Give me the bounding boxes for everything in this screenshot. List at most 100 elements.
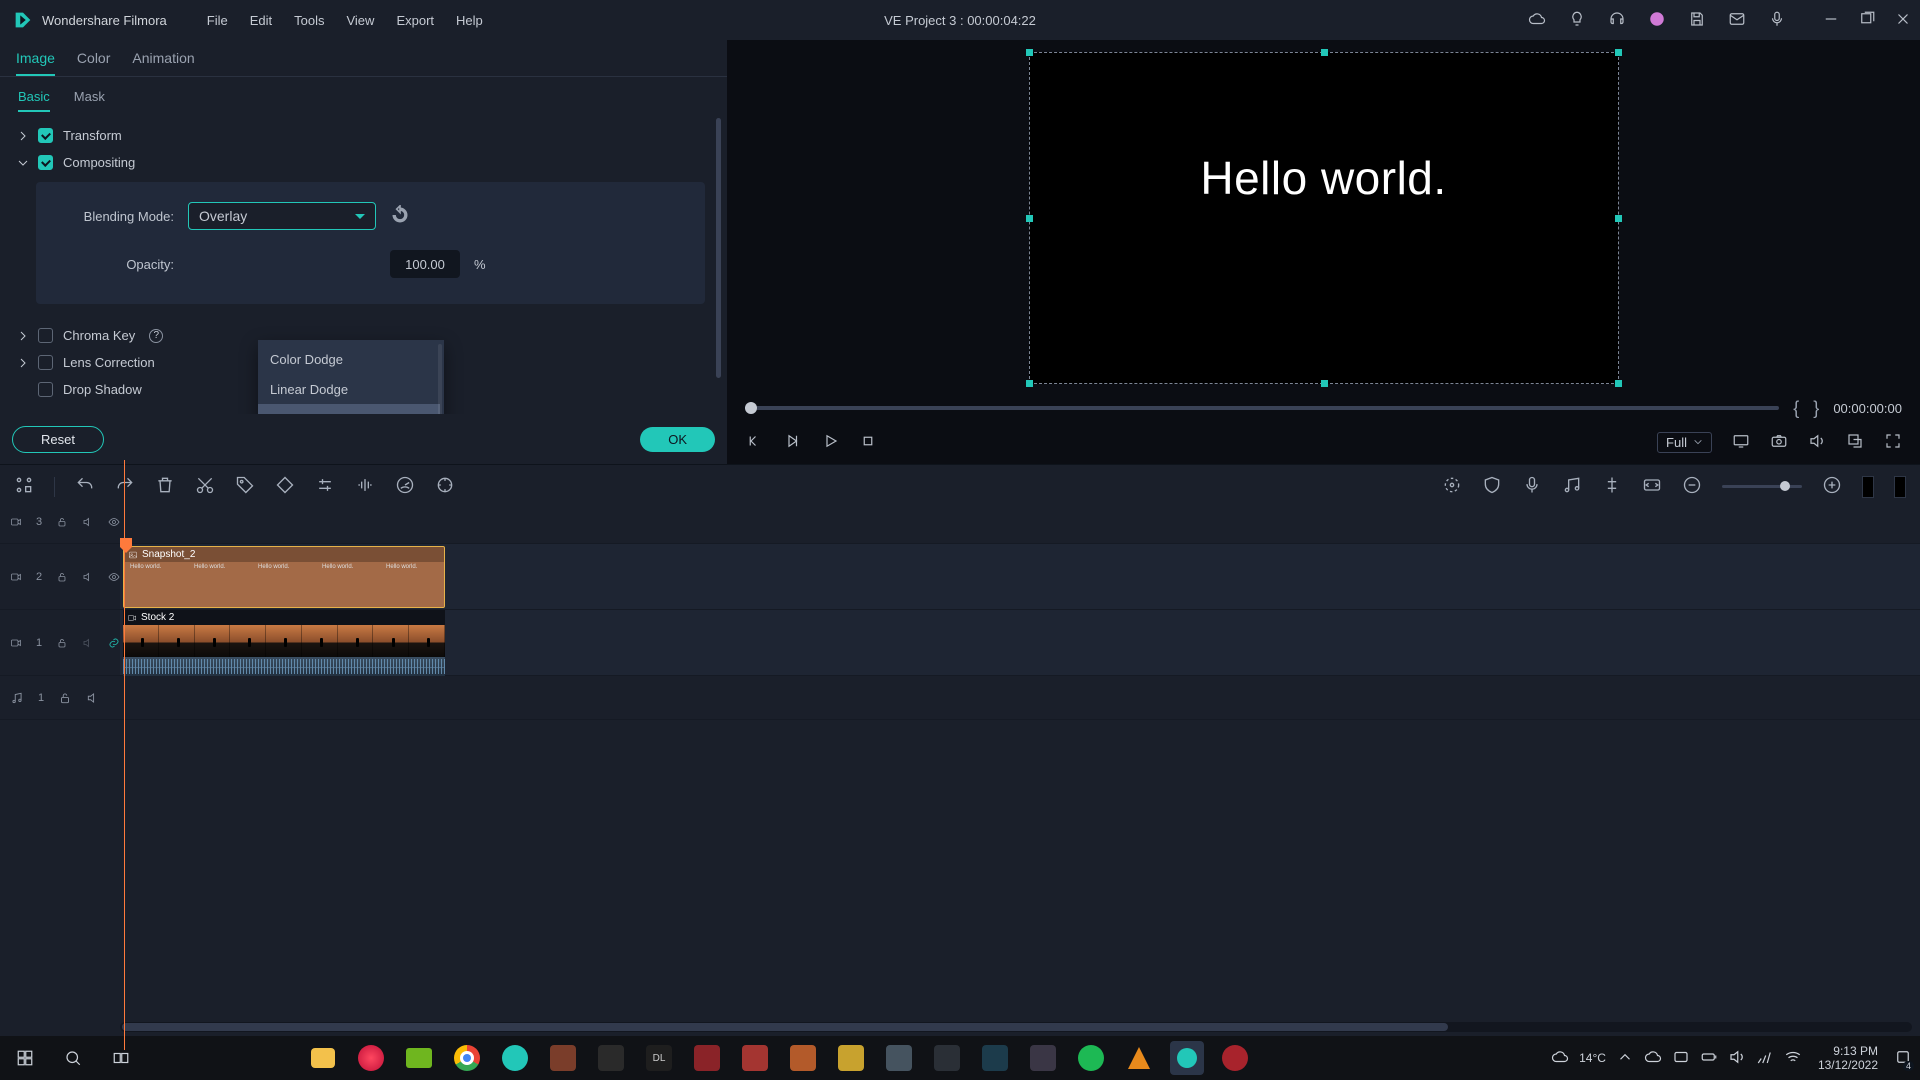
opacity-value[interactable]: 100.00 (390, 250, 460, 278)
onedrive-icon[interactable] (1644, 1048, 1662, 1069)
fit-icon[interactable] (1642, 475, 1662, 498)
save-icon[interactable] (1688, 10, 1706, 31)
lock-icon[interactable] (56, 636, 68, 650)
mute-icon[interactable] (82, 570, 94, 584)
game2-app-icon[interactable] (594, 1041, 628, 1075)
menu-help[interactable]: Help (456, 13, 483, 28)
game9-app-icon[interactable] (930, 1041, 964, 1075)
checkbox-transform[interactable] (38, 128, 53, 143)
resize-handle[interactable] (1321, 49, 1328, 56)
game12-app-icon[interactable] (1218, 1041, 1252, 1075)
display-icon[interactable] (1732, 432, 1750, 453)
play-next-icon[interactable] (783, 432, 801, 453)
redo-icon[interactable] (115, 475, 135, 498)
clock[interactable]: 9:13 PM 13/12/2022 (1818, 1044, 1878, 1072)
adjust-icon[interactable] (315, 475, 335, 498)
temperature[interactable]: 14°C (1579, 1051, 1606, 1065)
playhead-knob-icon[interactable] (120, 538, 132, 554)
game1-app-icon[interactable] (546, 1041, 580, 1075)
music-icon[interactable] (1562, 475, 1582, 498)
game11-app-icon[interactable] (1026, 1041, 1060, 1075)
tag-icon[interactable] (235, 475, 255, 498)
filmora-app-icon[interactable] (498, 1041, 532, 1075)
timeline-scrollbar[interactable] (120, 1022, 1912, 1032)
step-back-icon[interactable] (745, 432, 763, 453)
chrome-app-icon[interactable] (450, 1041, 484, 1075)
blend-mode-select[interactable]: Overlay (188, 202, 376, 230)
templates-icon[interactable] (14, 475, 34, 498)
lock-icon[interactable] (56, 570, 68, 584)
volume-icon[interactable] (1808, 432, 1826, 453)
preview-frame[interactable]: Hello world. (1029, 52, 1619, 384)
stop-icon[interactable] (859, 432, 877, 453)
wifi-icon[interactable] (1784, 1048, 1802, 1069)
record-icon[interactable] (1768, 10, 1786, 31)
keyframe-icon[interactable] (275, 475, 295, 498)
menu-view[interactable]: View (346, 13, 374, 28)
preview-quality-select[interactable]: Full (1657, 432, 1712, 453)
motion-icon[interactable] (435, 475, 455, 498)
game8-app-icon[interactable] (882, 1041, 916, 1075)
notifications-icon[interactable]: 4 (1894, 1048, 1912, 1069)
zoom-out-icon[interactable] (1682, 475, 1702, 498)
account-icon[interactable] (1648, 10, 1666, 31)
reset-button[interactable]: Reset (12, 426, 104, 453)
mark-out-icon[interactable]: } (1813, 398, 1819, 419)
voiceover-icon[interactable] (1522, 475, 1542, 498)
resize-handle[interactable] (1321, 380, 1328, 387)
prop-compositing[interactable]: Compositing (14, 149, 713, 176)
game6-app-icon[interactable] (786, 1041, 820, 1075)
language-icon[interactable] (1672, 1048, 1690, 1069)
cloud-icon[interactable] (1528, 10, 1546, 31)
message-icon[interactable] (1728, 10, 1746, 31)
snapshot-icon[interactable] (1770, 432, 1788, 453)
search-icon[interactable] (56, 1041, 90, 1075)
battery-icon[interactable] (1700, 1048, 1718, 1069)
resize-handle[interactable] (1615, 215, 1622, 222)
game3-app-icon[interactable]: DL (642, 1041, 676, 1075)
weather-icon[interactable] (1551, 1048, 1569, 1069)
menu-file[interactable]: File (207, 13, 228, 28)
network-icon[interactable] (1756, 1048, 1774, 1069)
nvidia-app-icon[interactable] (402, 1041, 436, 1075)
tab-animation[interactable]: Animation (132, 50, 194, 76)
render-icon[interactable] (1442, 475, 1462, 498)
support-icon[interactable] (1608, 10, 1626, 31)
game4-app-icon[interactable] (690, 1041, 724, 1075)
zoom-slider[interactable] (1722, 485, 1802, 488)
speed-icon[interactable] (395, 475, 415, 498)
start-icon[interactable] (8, 1041, 42, 1075)
zoom-in-icon[interactable] (1822, 475, 1842, 498)
game5-app-icon[interactable] (738, 1041, 772, 1075)
preview-scrubber[interactable] (745, 406, 1779, 410)
tray-up-icon[interactable] (1616, 1048, 1634, 1069)
link-icon[interactable] (108, 636, 120, 650)
subtab-mask[interactable]: Mask (74, 89, 105, 112)
mute-icon[interactable] (82, 636, 94, 650)
checkbox-compositing[interactable] (38, 155, 53, 170)
dd-linear-dodge[interactable]: Linear Dodge (258, 374, 440, 404)
opera-app-icon[interactable] (354, 1041, 388, 1075)
minimize-icon[interactable] (1822, 10, 1840, 31)
mute-icon[interactable] (82, 515, 94, 529)
audio-mixer-icon[interactable] (1894, 476, 1906, 498)
dd-color-dodge[interactable]: Color Dodge (258, 344, 440, 374)
audio-mixer-icon[interactable] (1862, 476, 1874, 498)
sound-icon[interactable] (1728, 1048, 1746, 1069)
resize-handle[interactable] (1615, 380, 1622, 387)
vlc-app-icon[interactable] (1122, 1041, 1156, 1075)
eye-icon[interactable] (108, 515, 120, 529)
resize-handle[interactable] (1026, 49, 1033, 56)
marker-icon[interactable] (1602, 475, 1622, 498)
shield-icon[interactable] (1482, 475, 1502, 498)
mark-in-icon[interactable]: { (1793, 398, 1799, 419)
help-icon[interactable]: ? (149, 329, 163, 343)
resize-handle[interactable] (1615, 49, 1622, 56)
lock-icon[interactable] (58, 691, 72, 705)
resize-handle[interactable] (1026, 380, 1033, 387)
tips-icon[interactable] (1568, 10, 1586, 31)
checkbox-lens[interactable] (38, 355, 53, 370)
clip-snapshot[interactable]: Snapshot_2 Hello world. Hello world. Hel… (123, 546, 445, 608)
close-icon[interactable] (1894, 10, 1912, 31)
taskview-icon[interactable] (104, 1041, 138, 1075)
